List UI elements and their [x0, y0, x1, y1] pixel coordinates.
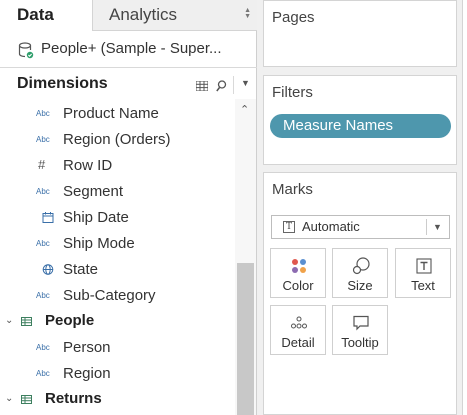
text-mark-icon: T: [283, 221, 295, 233]
string-type-icon: Abc: [36, 135, 50, 144]
string-type-icon: Abc: [36, 343, 50, 352]
field-region[interactable]: Abc Region: [0, 361, 235, 387]
tab-analytics[interactable]: Analytics ▲ ▼: [92, 0, 257, 31]
folder-returns[interactable]: ⌄ Returns: [0, 386, 235, 412]
tab-analytics-label: Analytics: [109, 5, 178, 24]
detail-label: Detail: [281, 335, 315, 350]
view-edge: [462, 0, 467, 415]
pane-tabs: Data Analytics ▲ ▼: [0, 0, 257, 31]
search-icon[interactable]: [216, 80, 227, 92]
tooltip-button[interactable]: Tooltip: [332, 305, 388, 355]
view-as-list-icon[interactable]: [196, 81, 208, 91]
datasource-icon: [18, 42, 34, 59]
tooltip-label: Tooltip: [341, 335, 379, 350]
field-sub-category[interactable]: Abc Sub-Category: [0, 283, 235, 309]
text-label: Text: [411, 278, 435, 293]
tooltip-icon: [353, 315, 369, 331]
table-icon: [21, 395, 32, 404]
chevron-down-icon[interactable]: ⌄: [5, 315, 13, 326]
field-label: Region (Orders): [63, 131, 171, 148]
field-label: State: [63, 261, 99, 278]
field-list: Abc Product Name Abc Region (Orders) # R…: [0, 99, 235, 415]
field-state[interactable]: State: [0, 257, 235, 283]
color-button[interactable]: Color: [270, 248, 326, 298]
pages-shelf[interactable]: Pages: [263, 0, 457, 67]
filters-shelf[interactable]: Filters Measure Names: [263, 75, 457, 165]
field-region-orders[interactable]: Abc Region (Orders): [0, 127, 235, 153]
size-button[interactable]: Size: [332, 248, 388, 298]
chevron-down-icon[interactable]: ▼: [433, 222, 442, 232]
datasource-name: People+ (Sample - Super...: [41, 40, 222, 57]
globe-icon: [42, 264, 54, 275]
field-segment[interactable]: Abc Segment: [0, 179, 235, 205]
field-label: Ship Mode: [63, 235, 135, 252]
field-product-name[interactable]: Abc Product Name: [0, 101, 235, 127]
tab-scroll-arrows-icon[interactable]: ▲ ▼: [244, 7, 251, 20]
chevron-up-icon[interactable]: ⌃: [240, 103, 249, 116]
chevron-down-icon[interactable]: ▼: [241, 78, 250, 88]
folder-label: Returns: [45, 390, 102, 407]
field-label: Segment: [63, 183, 124, 200]
folder-label: People: [45, 312, 95, 329]
measure-names-pill[interactable]: Measure Names: [270, 114, 451, 138]
string-type-icon: Abc: [36, 109, 50, 118]
field-label: Product Name: [63, 105, 159, 122]
text-button[interactable]: Text: [395, 248, 451, 298]
calendar-icon: [42, 212, 54, 223]
size-label: Size: [347, 278, 373, 293]
scrollbar-thumb[interactable]: [237, 263, 254, 415]
string-type-icon: Abc: [36, 369, 50, 378]
dimensions-title: Dimensions: [17, 75, 108, 92]
string-type-icon: Abc: [36, 239, 50, 248]
color-palette-icon: [292, 259, 306, 273]
pages-title: Pages: [272, 9, 315, 26]
field-label: Region: [63, 365, 111, 382]
datasource-row[interactable]: People+ (Sample - Super...: [0, 31, 257, 68]
field-label: Sub-Category: [63, 287, 156, 304]
field-row-id[interactable]: # Row ID: [0, 153, 235, 179]
field-label: Person: [63, 339, 111, 356]
field-label: Ship Date: [63, 209, 129, 226]
mark-type-value: Automatic: [302, 219, 360, 234]
folder-people[interactable]: ⌄ People: [0, 308, 235, 334]
field-ship-date[interactable]: Ship Date: [0, 205, 235, 231]
separator: [426, 219, 427, 235]
field-list-scrollbar[interactable]: ⌃: [235, 99, 256, 415]
detail-button[interactable]: Detail: [270, 305, 326, 355]
dimensions-header: Dimensions ▼: [0, 69, 257, 99]
mark-type-dropdown[interactable]: T Automatic ▼: [271, 215, 450, 239]
marks-title: Marks: [272, 181, 313, 198]
table-icon: [21, 317, 32, 326]
data-pane: Data Analytics ▲ ▼ People+ (Sample - Supe…: [0, 0, 257, 415]
number-type-icon: #: [38, 157, 46, 172]
string-type-icon: Abc: [36, 187, 50, 196]
text-icon: [416, 258, 432, 274]
field-person[interactable]: Abc Person: [0, 335, 235, 361]
chevron-down-icon[interactable]: ⌄: [5, 393, 13, 404]
dimensions-header-icons: ▼: [193, 76, 257, 94]
detail-icon: [291, 316, 307, 329]
separator: [233, 76, 234, 94]
size-icon: [352, 257, 370, 275]
color-label: Color: [282, 278, 314, 293]
field-ship-mode[interactable]: Abc Ship Mode: [0, 231, 235, 257]
filters-title: Filters: [272, 84, 313, 101]
marks-card: Marks T Automatic ▼ Color Size Text Deta…: [263, 172, 457, 415]
field-label: Row ID: [63, 157, 113, 174]
string-type-icon: Abc: [36, 291, 50, 300]
tab-data[interactable]: Data: [0, 0, 92, 31]
